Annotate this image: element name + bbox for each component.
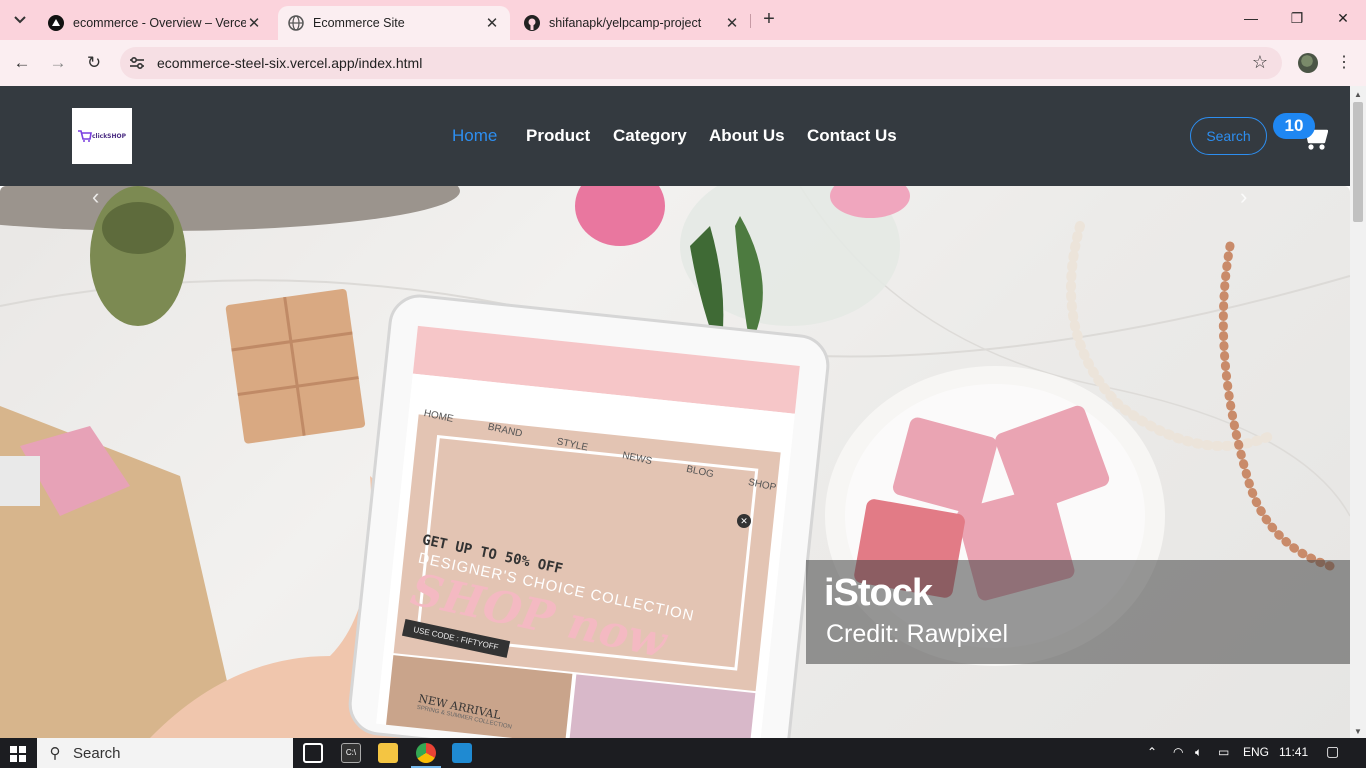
forward-button[interactable]: → [46,51,70,75]
tab-search-button[interactable] [8,8,32,32]
taskbar-search-label: Search [73,744,121,762]
vercel-triangle-icon [48,15,64,31]
reload-button[interactable]: ↻ [82,51,106,75]
close-tab-icon[interactable]: ✕ [724,14,740,32]
close-tab-icon[interactable]: ✕ [484,14,500,32]
cart-count-badge[interactable]: 10 [1273,113,1315,139]
chrome-icon[interactable] [416,743,436,763]
close-tab-icon[interactable]: ✕ [246,14,262,32]
site-logo[interactable]: clickSHOP [72,108,132,164]
bookmark-star-icon[interactable]: ☆ [1252,52,1268,73]
browser-tab-github[interactable]: shifanapk/yelpcamp-project ✕ [514,6,750,40]
taskbar-search[interactable]: ⚲ Search [37,738,293,768]
site-settings-icon[interactable] [128,54,146,72]
notification-icon[interactable]: ▢ [1326,743,1339,760]
volume-icon[interactable]: 🔈︎ [1195,745,1202,760]
windows-taskbar: ⚲ Search C:\ ⌃ ◠ 🔈︎ ▭ ENG 11:41 ▢ [0,738,1366,768]
hero-carousel: HOME BRAND STYLE NEWS BLOG SHOP GET UP T… [0,186,1350,738]
url-text[interactable]: ecommerce-steel-six.vercel.app/index.htm… [157,55,422,71]
close-window-button[interactable]: ✕ [1332,10,1354,30]
site-navbar: clickSHOP Home Product Category About Us… [0,86,1350,186]
search-icon: ⚲ [49,745,61,762]
browser-tab-ecommerce[interactable]: Ecommerce Site ✕ [278,6,510,40]
vscode-icon[interactable] [452,743,472,763]
back-button[interactable]: ← [10,51,34,75]
carousel-prev-icon[interactable]: ‹ [92,186,99,210]
clock[interactable]: 11:41 [1279,745,1308,759]
new-tab-button[interactable]: + [758,8,780,32]
nav-home[interactable]: Home [452,126,497,146]
search-button[interactable]: Search [1190,117,1267,155]
browser-menu-icon[interactable]: ⋮ [1336,52,1352,72]
minimize-button[interactable]: — [1240,10,1262,30]
cart-logo-icon [77,130,92,142]
tray-overflow-icon[interactable]: ⌃ [1147,745,1157,759]
scroll-up-icon[interactable]: ▲ [1354,90,1362,99]
page-scrollbar[interactable]: ▲ ▼ [1350,86,1366,738]
tab-divider [750,14,751,28]
wifi-icon[interactable]: ◠ [1173,745,1183,759]
nav-product[interactable]: Product [526,126,590,146]
browser-toolbar: ← → ↻ ecommerce-steel-six.vercel.app/ind… [0,40,1366,86]
battery-icon[interactable]: ▭ [1218,745,1229,759]
promo-close-icon: ✕ [737,514,751,528]
windows-start-icon[interactable] [10,746,26,762]
terminal-icon[interactable]: C:\ [341,743,361,763]
tab-title: Ecommerce Site [313,16,405,30]
profile-avatar[interactable] [1298,53,1318,73]
carousel-next-icon[interactable]: › [1240,186,1247,210]
browser-tab-vercel[interactable]: ecommerce - Overview – Vercel ✕ [38,6,272,40]
logo-text: clickSHOP [91,132,127,140]
tab-title: ecommerce - Overview – Vercel [73,16,246,30]
nav-category[interactable]: Category [613,126,687,146]
watermark-brand: iStock [824,572,933,614]
restore-button[interactable]: ❐ [1286,10,1308,30]
scroll-down-icon[interactable]: ▼ [1354,727,1362,736]
watermark: iStock Credit: Rawpixel [806,560,1350,664]
address-bar[interactable]: ecommerce-steel-six.vercel.app/index.htm… [120,47,1282,79]
nav-about-us[interactable]: About Us [709,126,785,146]
language-indicator[interactable]: ENG [1243,745,1269,759]
watermark-credit: Credit: Rawpixel [826,620,1009,648]
nav-contact-us[interactable]: Contact Us [807,126,897,146]
browser-tabstrip: ecommerce - Overview – Vercel ✕ Ecommerc… [0,0,1366,40]
github-icon [524,15,540,31]
file-explorer-icon[interactable] [378,743,398,763]
scroll-thumb[interactable] [1353,102,1363,222]
globe-icon [288,15,304,31]
chevron-down-icon [14,16,26,24]
tab-title: shifanapk/yelpcamp-project [549,16,702,30]
task-view-icon[interactable] [303,743,323,763]
